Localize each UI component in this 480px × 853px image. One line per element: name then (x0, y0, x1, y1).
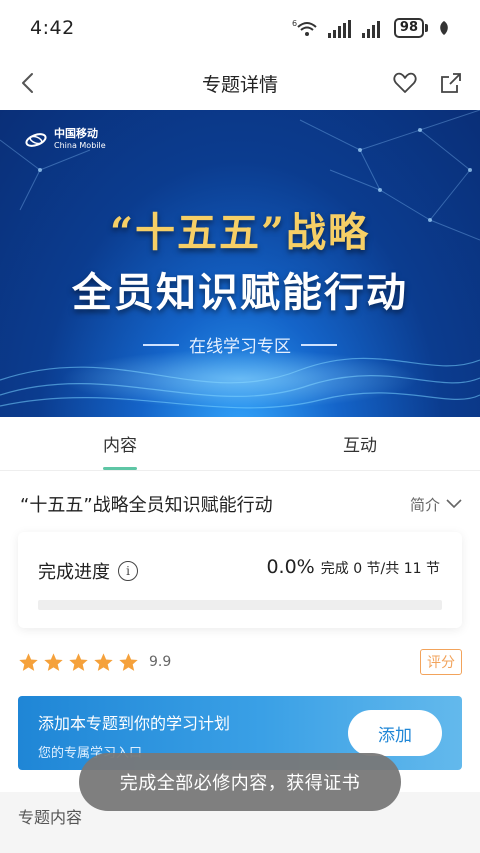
intro-label: 简介 (409, 495, 440, 514)
leaf-icon (438, 20, 450, 36)
share-button[interactable] (436, 68, 466, 98)
star-icon (19, 652, 38, 671)
wifi-icon: 6 (292, 18, 318, 38)
page-title: 专题详情 (201, 73, 278, 96)
banner-subtitle-text: 在线学习专区 (189, 337, 291, 357)
progress-label-group: 完成进度 i (38, 558, 138, 584)
status-icons: 6 98 (292, 18, 450, 38)
rating-score: 9.9 (149, 654, 172, 670)
topic-banner: 中国移动 China Mobile “十五五”战略 全员知识赋能行动 在线学习专… (0, 110, 480, 417)
topic-title-row: “十五五”战略全员知识赋能行动 简介 (20, 488, 462, 520)
back-button[interactable] (12, 68, 42, 98)
section-title: 专题内容 (18, 808, 83, 827)
chevron-left-icon (22, 73, 33, 93)
rate-button[interactable]: 评分 (420, 649, 462, 675)
banner-title-line2: 全员知识赋能行动 (72, 269, 408, 316)
tab-content[interactable]: 内容 (0, 417, 240, 470)
banner-title-line1: “十五五”战略 (109, 209, 370, 256)
toast-message: 完成全部必修内容，获得证书 (79, 753, 401, 811)
add-to-plan-button[interactable]: 添加 (348, 710, 442, 756)
progress-percent: 0.0% (266, 556, 315, 578)
banner-subtitle: 在线学习专区 (0, 332, 480, 357)
china-mobile-logo: 中国移动 China Mobile (24, 128, 106, 152)
status-time: 4:42 (30, 17, 75, 39)
tab-bar: 内容 互动 (0, 417, 480, 471)
info-icon[interactable]: i (118, 561, 138, 581)
plan-title: 添加本专题到你的学习计划 (38, 714, 231, 733)
battery-icon: 98 (393, 18, 428, 38)
logo-cn: 中国移动 (54, 127, 98, 140)
star-icon (119, 652, 138, 671)
star-icon (94, 652, 113, 671)
progress-card: 完成进度 i 0.0% 完成 0 节/共 11 节 (18, 532, 462, 628)
logo-en: China Mobile (54, 141, 106, 150)
progress-label: 完成进度 (38, 562, 110, 583)
status-bar: 4:42 6 98 (0, 0, 480, 56)
favorite-button[interactable] (390, 68, 420, 98)
signal-icon-1 (327, 18, 352, 38)
signal-icon-2 (361, 18, 384, 38)
share-icon (441, 73, 461, 93)
header-actions (390, 68, 466, 98)
star-icon (44, 652, 63, 671)
battery-level: 98 (393, 18, 424, 38)
topic-title: “十五五”战略全员知识赋能行动 (20, 495, 273, 516)
intro-toggle[interactable]: 简介 (410, 494, 462, 515)
progress-bar (38, 600, 442, 610)
chevron-down-icon (446, 499, 462, 509)
progress-value: 0.0% 完成 0 节/共 11 节 (266, 556, 440, 578)
china-mobile-logo-icon (25, 133, 47, 147)
tab-interaction[interactable]: 互动 (240, 417, 480, 470)
heart-icon (393, 72, 417, 93)
star-rating: 9.9 (18, 652, 171, 673)
page-header: 专题详情 (0, 56, 480, 110)
network-label: 6 (292, 19, 297, 28)
rating-row: 9.9 评分 (18, 648, 462, 676)
progress-detail: 完成 0 节/共 11 节 (320, 561, 440, 577)
star-icon (69, 652, 88, 671)
